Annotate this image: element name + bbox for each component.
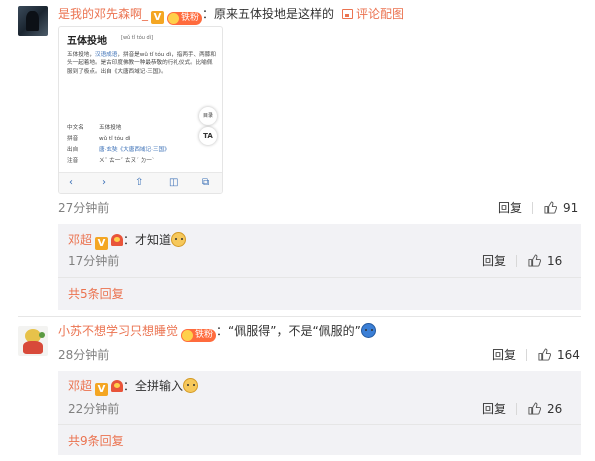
reply-list: 邓超 V ：全拼输入 22分钟前 回复 26 共9条回复 xyxy=(58,371,581,455)
more-replies-link[interactable]: 共9条回复 xyxy=(68,433,124,449)
reply-time: 17分钟前 xyxy=(68,254,120,268)
username-link[interactable]: 是我的邓先森啊_ xyxy=(58,7,148,21)
more-replies-link[interactable]: 共5条回复 xyxy=(68,286,124,302)
avatar[interactable] xyxy=(18,326,48,356)
screenshot-pinyin: [wǔ tǐ tóu dì] xyxy=(121,35,154,41)
back-icon: ‹ xyxy=(69,177,73,188)
screenshot-row: 中文名 五体投地 xyxy=(67,125,122,131)
reply-button[interactable]: 回复 xyxy=(498,200,522,216)
share-icon: ⇧ xyxy=(135,177,144,188)
reply-button[interactable]: 回复 xyxy=(482,401,506,417)
doge-emoji-icon xyxy=(171,232,187,247)
vip-badge-icon: V xyxy=(95,237,109,250)
divider xyxy=(526,349,527,361)
reply-username-link[interactable]: 邓超 xyxy=(68,379,92,393)
like-button[interactable]: 26 xyxy=(528,401,562,417)
doge-emoji-icon xyxy=(183,378,199,393)
screenshot-title: 五体投地 xyxy=(67,36,107,47)
divider xyxy=(532,202,533,214)
comment-picture-link[interactable]: 评论配图 xyxy=(356,7,404,21)
picture-icon xyxy=(342,9,354,19)
emoji-icon xyxy=(360,323,376,338)
comment-time: 28分钟前 xyxy=(58,348,110,362)
reply-header: 邓超 V ：才知道 xyxy=(68,232,187,250)
reply-button[interactable]: 回复 xyxy=(492,347,516,363)
tabs-icon: ⧉ xyxy=(202,177,210,188)
screenshot-toc-icon: 目录 xyxy=(199,107,217,125)
reply-header: 邓超 V ：全拼输入 xyxy=(68,378,199,396)
comment-separator xyxy=(18,316,581,317)
bookmarks-icon: ◫ xyxy=(169,177,179,188)
reply-username-link[interactable]: 邓超 xyxy=(68,233,92,247)
vip-badge-icon: V xyxy=(95,383,109,396)
comment-picture[interactable]: 五体投地 [wǔ tǐ tóu dì] 五体投地，汉语成语，拼音是wǔ tǐ t… xyxy=(58,26,223,194)
fan-heart-icon xyxy=(111,380,124,392)
screenshot-font-icon: TA xyxy=(199,127,217,145)
like-button[interactable]: 91 xyxy=(544,200,578,216)
thumbs-up-icon xyxy=(544,201,557,214)
comment-text: ：“佩服得”，不是“佩服的” xyxy=(216,324,361,338)
comment-text: ：原来五体投地是这样的 xyxy=(202,7,335,21)
thumbs-up-icon xyxy=(528,402,541,415)
like-count: 164 xyxy=(557,348,580,362)
fan-heart-icon xyxy=(111,234,124,246)
screenshot-row: 拼音 wǔ tǐ tóu dì xyxy=(67,136,131,142)
like-count: 26 xyxy=(547,402,563,416)
reply-text: ：才知道 xyxy=(123,233,172,247)
reply-time: 22分钟前 xyxy=(68,402,120,416)
thumbs-up-icon xyxy=(528,254,541,267)
like-count: 91 xyxy=(563,201,579,215)
fan-badge: 铁粉 xyxy=(167,12,203,25)
screenshot-row: 出自 唐·玄奘《大唐西域记·三国》 xyxy=(67,147,170,153)
comment-time: 27分钟前 xyxy=(58,201,110,215)
screenshot-row: 注音 ㄨˇ ㄊ一ˇ ㄊㄡˊ ㄉ一ˋ xyxy=(67,158,155,164)
reply-button[interactable]: 回复 xyxy=(482,253,506,269)
vip-badge-icon: V xyxy=(151,11,165,24)
thumbs-up-icon xyxy=(538,348,551,361)
like-button[interactable]: 164 xyxy=(538,347,580,363)
forward-icon: › xyxy=(102,177,106,188)
screenshot-browser-nav: ‹ › ⇧ ◫ ⧉ xyxy=(59,172,222,193)
like-button[interactable]: 16 xyxy=(528,253,562,269)
reply-text: ：全拼输入 xyxy=(123,379,184,393)
fan-badge: 铁粉 xyxy=(181,329,217,342)
screenshot-body: 五体投地，汉语成语，拼音是wǔ tǐ tóu dì，指两手、两膝和头一起着地。是… xyxy=(67,52,216,75)
like-count: 16 xyxy=(547,254,563,268)
reply-list: 邓超 V ：才知道 17分钟前 回复 16 共5条回复 xyxy=(58,224,581,310)
avatar[interactable] xyxy=(18,6,48,36)
divider xyxy=(516,255,517,267)
separator xyxy=(58,277,581,278)
username-link[interactable]: 小苏不想学习只想睡觉 xyxy=(58,324,178,338)
separator xyxy=(58,424,581,425)
divider xyxy=(516,403,517,415)
comment-header: 小苏不想学习只想睡觉 铁粉 ：“佩服得”，不是“佩服的” xyxy=(58,323,376,342)
comment-header: 是我的邓先森啊_ V 铁粉 ：原来五体投地是这样的 评论配图 xyxy=(58,6,404,25)
